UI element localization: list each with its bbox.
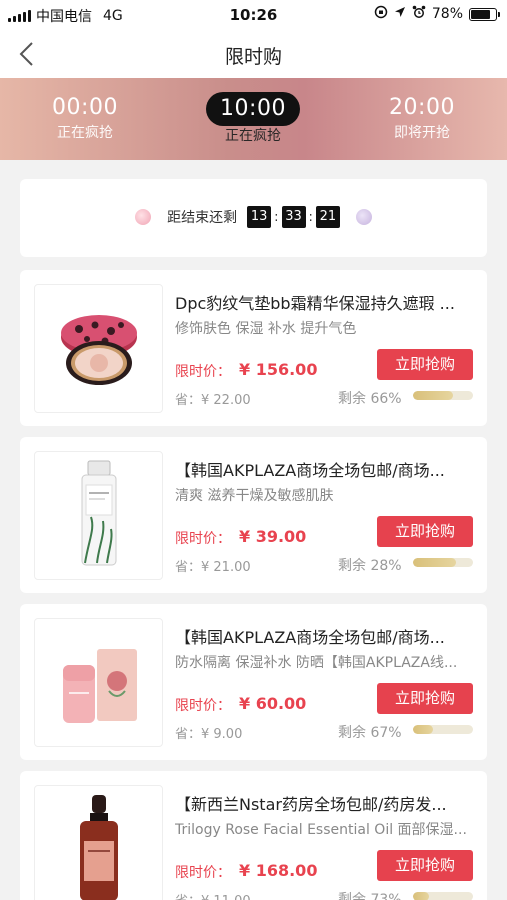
- status-bar: 中国电信 4G 10:26 78%: [0, 0, 507, 30]
- price-label: 限时价：: [175, 698, 231, 714]
- product-name[interactable]: 【新西兰Nstar药房全场包邮/药房发...: [175, 791, 475, 815]
- tab-time: 00:00: [52, 95, 118, 120]
- sunstick-icon: [49, 631, 149, 735]
- product-price: ¥ 39.00: [239, 527, 307, 546]
- stock-progress-bar: [413, 892, 473, 900]
- countdown-label: 距结束还剩: [167, 210, 238, 226]
- remaining-text: 剩余 67%: [338, 725, 402, 741]
- countdown-separator: :: [308, 209, 313, 225]
- price-label: 限时价：: [175, 364, 231, 380]
- remaining-text: 剩余 73%: [338, 892, 402, 900]
- progress-fill: [413, 558, 457, 567]
- product-tags: 防水隔离 保湿补水 防晒【韩国AKPLAZA线...: [175, 655, 458, 671]
- progress-fill: [413, 892, 430, 900]
- product-name[interactable]: 【韩国AKPLAZA商场全场包邮/商场...: [175, 457, 475, 481]
- savings-text: 省：¥ 11.00: [175, 890, 251, 900]
- location-icon: [394, 6, 406, 22]
- product-card[interactable]: 【韩国AKPLAZA商场全场包邮/商场... 防水隔离 保湿补水 防晒【韩国AK…: [20, 604, 487, 760]
- remaining-text: 剩余 28%: [338, 558, 402, 574]
- dropper-bottle-icon: [64, 793, 134, 900]
- toner-bottle-icon: [49, 459, 149, 573]
- cushion-compact-icon: [49, 297, 149, 401]
- remaining-text: 剩余 66%: [338, 391, 402, 407]
- tab-time: 20:00: [389, 95, 455, 120]
- countdown-seconds: 21: [315, 206, 340, 228]
- product-price: ¥ 168.00: [239, 861, 318, 880]
- tab-status: 正在疯抢: [57, 125, 113, 141]
- product-tags: Trilogy Rose Facial Essential Oil 面部保湿..…: [175, 822, 467, 838]
- tab-slot-2000[interactable]: 20:00 即将开抢: [347, 92, 497, 142]
- tab-slot-1000[interactable]: 10:00 正在疯抢: [178, 92, 328, 145]
- countdown-hours: 13: [247, 206, 272, 228]
- product-name[interactable]: 【韩国AKPLAZA商场全场包邮/商场...: [175, 624, 475, 648]
- progress-fill: [413, 391, 453, 400]
- orientation-lock-icon: [374, 5, 388, 23]
- product-image[interactable]: [34, 785, 163, 900]
- progress-fill: [413, 725, 433, 734]
- purple-dot-icon: [355, 209, 372, 225]
- page-title: 限时购: [224, 46, 282, 68]
- savings-text: 省：¥ 22.00: [175, 393, 251, 408]
- product-image[interactable]: [34, 618, 163, 747]
- countdown-separator: :: [274, 209, 279, 225]
- time-slot-banner: 00:00 正在疯抢 10:00 正在疯抢 20:00 即将开抢: [0, 78, 507, 160]
- product-name[interactable]: Dpc豹纹气垫bb霜精华保湿持久遮瑕 ...: [175, 290, 475, 314]
- buy-now-button[interactable]: 立即抢购: [377, 850, 473, 881]
- product-tags: 修饰肤色 保湿 补水 提升气色: [175, 321, 357, 337]
- countdown-minutes: 33: [281, 206, 306, 228]
- product-image[interactable]: [34, 451, 163, 580]
- nav-bar: 限时购: [0, 30, 507, 78]
- tab-status: 正在疯抢: [225, 128, 281, 144]
- countdown-row: 距结束还剩 13 : 33 : 21: [20, 206, 487, 228]
- stock-progress-bar: [413, 725, 473, 734]
- savings-text: 省：¥ 21.00: [175, 560, 251, 575]
- tab-status: 即将开抢: [394, 125, 450, 141]
- savings-text: 省：¥ 9.00: [175, 727, 243, 742]
- tab-slot-0000[interactable]: 00:00 正在疯抢: [10, 92, 160, 142]
- product-image[interactable]: [34, 284, 163, 413]
- battery-icon: [469, 7, 500, 21]
- buy-now-button[interactable]: 立即抢购: [377, 516, 473, 547]
- tab-time: 10:00: [206, 92, 300, 126]
- product-price: ¥ 60.00: [239, 694, 307, 713]
- buy-now-button[interactable]: 立即抢购: [377, 349, 473, 380]
- stock-progress-bar: [413, 391, 473, 400]
- product-card[interactable]: Dpc豹纹气垫bb霜精华保湿持久遮瑕 ... 修饰肤色 保湿 补水 提升气色 限…: [20, 270, 487, 426]
- pink-dot-icon: [135, 209, 152, 225]
- product-card[interactable]: 【新西兰Nstar药房全场包邮/药房发... Trilogy Rose Faci…: [20, 771, 487, 900]
- price-label: 限时价：: [175, 531, 231, 547]
- battery-percent: 78%: [431, 6, 463, 22]
- stock-progress-bar: [413, 558, 473, 567]
- status-right: 78%: [374, 5, 500, 23]
- product-card[interactable]: 【韩国AKPLAZA商场全场包邮/商场... 清爽 滋养干燥及敏感肌肤 限时价：…: [20, 437, 487, 593]
- buy-now-button[interactable]: 立即抢购: [377, 683, 473, 714]
- price-label: 限时价：: [175, 865, 231, 881]
- product-tags: 清爽 滋养干燥及敏感肌肤: [175, 488, 334, 504]
- countdown-card: 距结束还剩 13 : 33 : 21: [20, 179, 487, 257]
- product-price: ¥ 156.00: [239, 360, 318, 379]
- alarm-icon: [412, 5, 426, 23]
